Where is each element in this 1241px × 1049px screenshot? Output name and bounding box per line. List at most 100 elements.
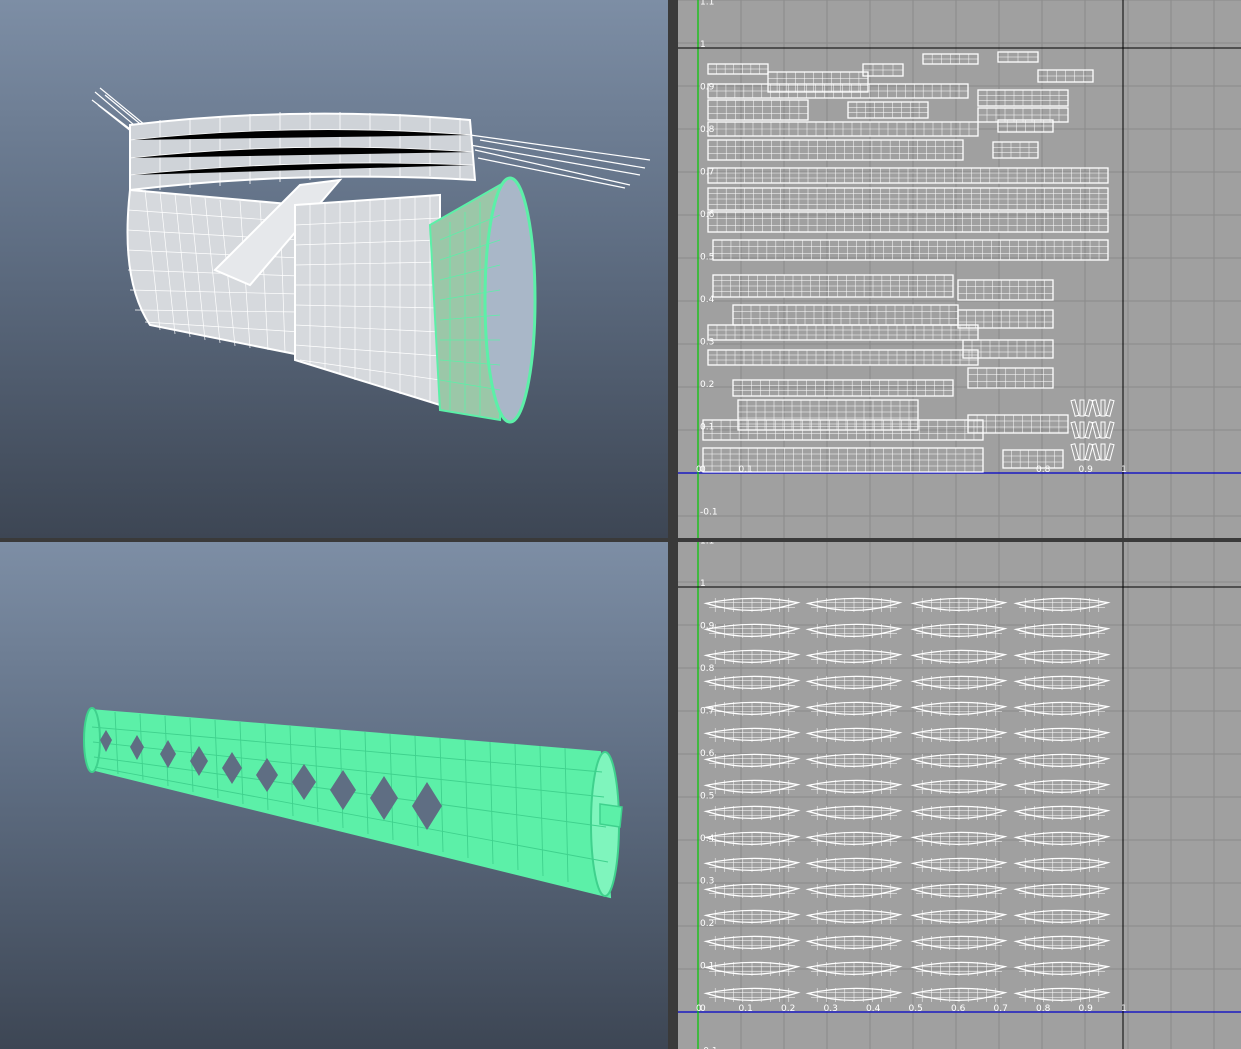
handle-wrap-wireframe[interactable] — [0, 542, 668, 1049]
uv-lens-shell-42[interactable] — [910, 857, 1008, 872]
uv-lens-shell-34[interactable] — [910, 805, 1008, 820]
uv-shell-32[interactable] — [1002, 449, 1064, 469]
uv-lens-shell-26[interactable] — [910, 753, 1008, 768]
uv-tick-label-u: 0.8 — [1036, 1004, 1051, 1014]
uv-lens-shell-37[interactable] — [805, 831, 903, 846]
handle-tang — [599, 803, 623, 828]
uv-lens-shell-22[interactable] — [910, 727, 1008, 742]
uv-shell-18[interactable] — [712, 239, 1109, 261]
uv-lens-shell-17[interactable] — [805, 701, 903, 716]
uv-lens-shell-2[interactable] — [910, 597, 1008, 612]
uv-tick-label-v: 0.5 — [700, 792, 714, 802]
uv-lens-shell-62[interactable] — [910, 987, 1008, 1002]
uv-lens-shell-49[interactable] — [805, 909, 903, 924]
uv-tick-label-v: 1 — [700, 40, 706, 50]
uv-lens-shell-10[interactable] — [910, 649, 1008, 664]
uv-shell-3[interactable] — [922, 53, 979, 65]
uv-tick-label-v: 0.3 — [700, 877, 714, 887]
uv-lens-shell-51[interactable] — [1013, 909, 1111, 924]
uv-lens-shell-30[interactable] — [910, 779, 1008, 794]
uv-shell-23[interactable] — [707, 324, 979, 341]
uv-shell-7[interactable] — [977, 89, 1069, 107]
vertical-splitter[interactable] — [668, 0, 678, 1049]
uv-lens-shell-54[interactable] — [910, 935, 1008, 950]
uv-tick-label-v: 0.8 — [700, 125, 715, 135]
uv-lens-shell-43[interactable] — [1013, 857, 1111, 872]
uv-shell-1[interactable] — [767, 71, 869, 93]
uv-shell-20[interactable] — [957, 279, 1054, 301]
uv-lens-shell-45[interactable] — [805, 883, 903, 898]
uv-lens-shell-31[interactable] — [1013, 779, 1111, 794]
uv-lens-shell-61[interactable] — [805, 987, 903, 1002]
uv-lens-shell-63[interactable] — [1013, 987, 1111, 1002]
uv-lens-shell-53[interactable] — [805, 935, 903, 950]
uv-lens-shell-50[interactable] — [910, 909, 1008, 924]
uv-tick-label-u: 0.4 — [866, 1004, 881, 1014]
uv-grid-top: 1.110.90.80.70.60.50.40.30.20.10-0.10 0.1… — [678, 0, 1241, 538]
uv-shell-11[interactable] — [707, 121, 979, 137]
uv-tick-label-u: 0.1 — [739, 465, 753, 475]
selected-end-cylinder[interactable] — [428, 176, 537, 424]
uv-tick-label-u: 0.7 — [994, 1004, 1008, 1014]
uv-lens-shell-35[interactable] — [1013, 805, 1111, 820]
uv-tick-label-u: 0.9 — [1079, 1004, 1094, 1014]
uv-lens-shell-7[interactable] — [1013, 623, 1111, 638]
uv-shell-15[interactable] — [707, 167, 1109, 184]
uv-lens-shell-3[interactable] — [1013, 597, 1111, 612]
uv-lens-shell-6[interactable] — [910, 623, 1008, 638]
uv-shell-28[interactable] — [737, 399, 919, 431]
uv-lens-shell-47[interactable] — [1013, 883, 1111, 898]
uv-lens-shell-21[interactable] — [805, 727, 903, 742]
uv-tick-label-v: 0.2 — [700, 919, 714, 929]
uv-shell-9[interactable] — [847, 101, 929, 119]
uv-shell-26[interactable] — [967, 367, 1054, 389]
uv-tick-label-u: 0.6 — [951, 1004, 966, 1014]
uv-lens-shell-46[interactable] — [910, 883, 1008, 898]
uv-shell-21[interactable] — [732, 304, 959, 326]
uv-tick-label-u: 1 — [1121, 1004, 1127, 1014]
uv-shell-13[interactable] — [707, 139, 964, 161]
uv-lens-shell-25[interactable] — [805, 753, 903, 768]
uv-shell-0[interactable] — [707, 63, 769, 75]
uv-shell-14[interactable] — [992, 141, 1039, 159]
uv-lens-shell-14[interactable] — [910, 675, 1008, 690]
uv-editor-bottom[interactable]: 1.110.90.80.70.60.50.40.30.20.10-0.100.1… — [678, 542, 1241, 1049]
handle-cylinder — [83, 707, 620, 899]
uv-shell-27[interactable] — [732, 379, 954, 397]
uv-lens-shell-9[interactable] — [805, 649, 903, 664]
uv-lens-shell-33[interactable] — [805, 805, 903, 820]
uv-lens-shell-1[interactable] — [805, 597, 903, 612]
uv-tick-label-v: 0.8 — [700, 664, 715, 674]
viewport-bottom-left[interactable] — [0, 542, 668, 1049]
uv-lens-shell-5[interactable] — [805, 623, 903, 638]
uv-shell-24[interactable] — [962, 339, 1054, 359]
uv-lens-shell-18[interactable] — [910, 701, 1008, 716]
uv-tick-label-u: 0.8 — [1036, 465, 1051, 475]
uv-tick-label-v: 0.2 — [700, 380, 714, 390]
uv-lens-shell-55[interactable] — [1013, 935, 1111, 950]
uv-tick-label-v: 1 — [700, 579, 706, 589]
uv-shells-top — [702, 51, 1115, 473]
uv-shell-4[interactable] — [997, 51, 1039, 63]
viewport-top-left[interactable] — [0, 0, 668, 538]
uv-lens-shell-39[interactable] — [1013, 831, 1111, 846]
cylinder-right — [294, 193, 441, 407]
uv-shell-8[interactable] — [707, 99, 809, 121]
uv-lens-shell-19[interactable] — [1013, 701, 1111, 716]
uv-lens-shell-29[interactable] — [805, 779, 903, 794]
wrap-model-wireframe[interactable] — [0, 0, 668, 538]
uv-shell-25[interactable] — [707, 349, 979, 366]
top-band — [129, 112, 477, 192]
uv-lens-shell-27[interactable] — [1013, 753, 1111, 768]
uv-lens-shell-11[interactable] — [1013, 649, 1111, 664]
uv-shell-16[interactable] — [707, 187, 1109, 211]
uv-shell-19[interactable] — [712, 274, 954, 298]
uv-lens-shell-23[interactable] — [1013, 727, 1111, 742]
uv-tick-label-u: 0 — [696, 465, 702, 475]
uv-editor-top[interactable]: 1.1 1 0.9 0.8 0.7 0.6 0.5 0.4 0.3 0.2 0.1 0 -0.1 0 0.1… — [678, 0, 1241, 538]
uv-lens-shell-38[interactable] — [910, 831, 1008, 846]
uv-lens-shell-15[interactable] — [1013, 675, 1111, 690]
uv-lens-shell-41[interactable] — [805, 857, 903, 872]
uv-shell-2[interactable] — [862, 63, 904, 77]
uv-lens-shell-13[interactable] — [805, 675, 903, 690]
